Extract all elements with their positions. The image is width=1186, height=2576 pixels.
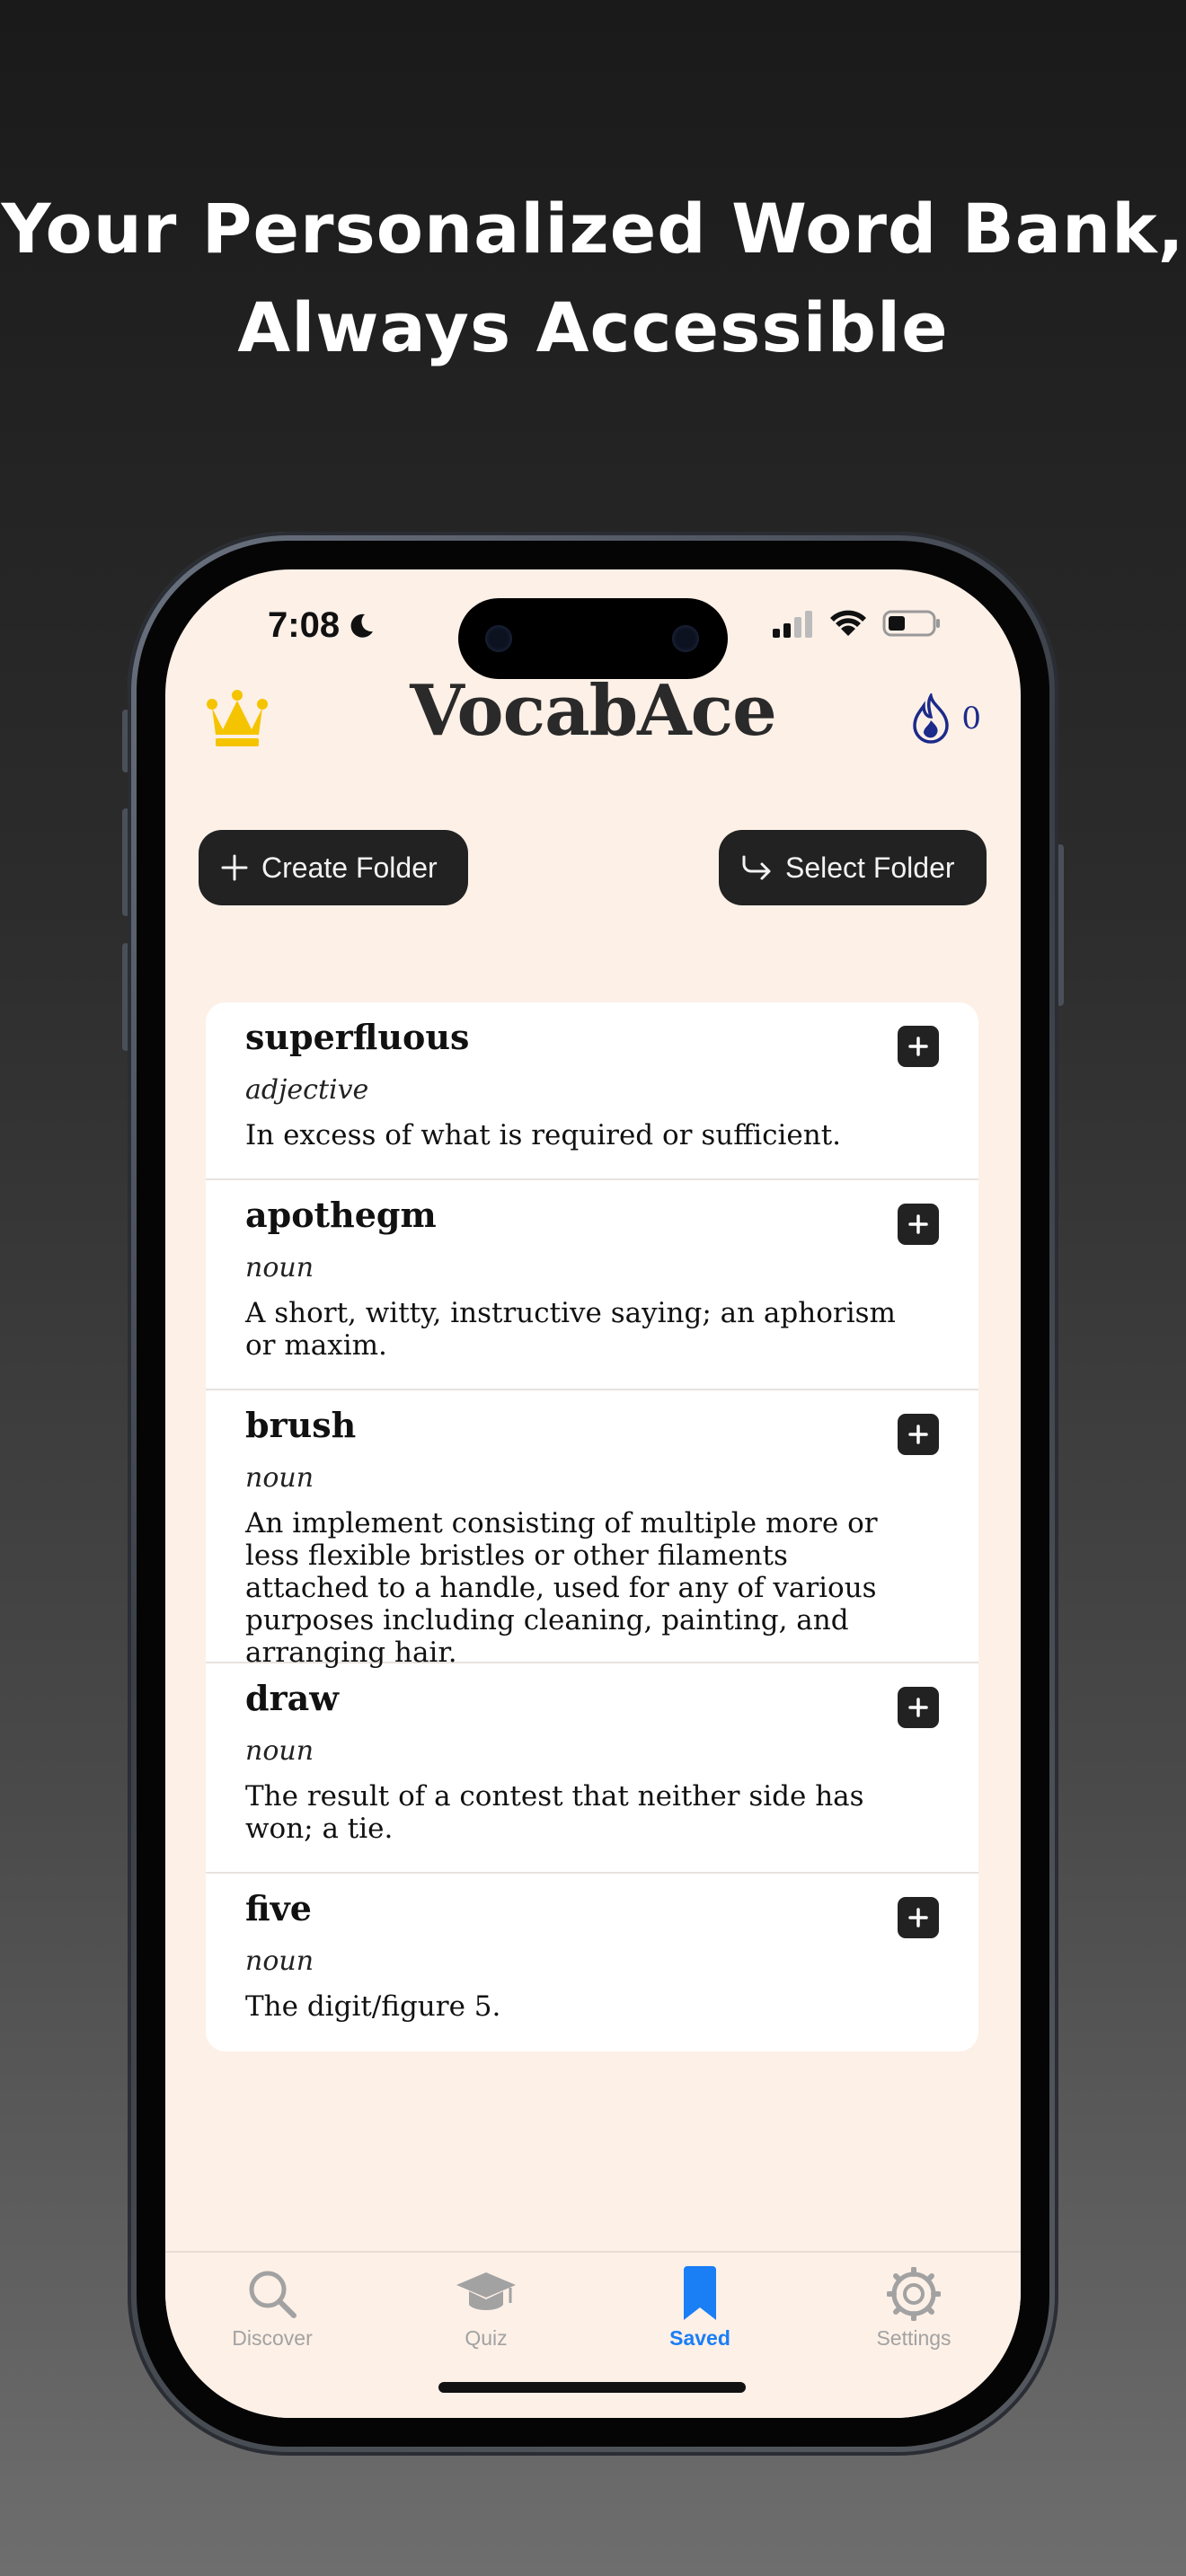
add-to-folder-button[interactable]	[898, 1687, 939, 1728]
plus-icon	[908, 1698, 928, 1717]
sensor-icon	[672, 625, 699, 652]
plus-icon	[908, 1425, 928, 1444]
forward-arrow-icon	[742, 855, 771, 880]
streak-count: 0	[961, 701, 981, 737]
moon-icon	[350, 613, 374, 638]
part-of-speech: noun	[245, 1462, 314, 1494]
word-entry[interactable]: draw noun The result of a contest that n…	[206, 1663, 978, 1874]
status-bar-time: 7:08	[268, 605, 376, 646]
part-of-speech: noun	[245, 1735, 314, 1767]
tab-saved[interactable]: Saved	[593, 2265, 807, 2351]
app-title: VocabAce	[410, 670, 777, 752]
dynamic-island	[458, 598, 728, 679]
part-of-speech: adjective	[245, 1074, 369, 1106]
tab-bar: Discover Quiz Saved Settings	[165, 2251, 1021, 2418]
plus-icon	[908, 1908, 928, 1928]
add-to-folder-button[interactable]	[898, 1414, 939, 1455]
word-entry[interactable]: apothegm noun A short, witty, instructiv…	[206, 1180, 978, 1390]
select-folder-button[interactable]: Select Folder	[719, 830, 987, 905]
camera-lens-icon	[485, 625, 512, 652]
gear-icon	[887, 2267, 941, 2321]
tab-settings-label: Settings	[876, 2326, 951, 2350]
tab-quiz-label: Quiz	[465, 2326, 508, 2350]
add-to-folder-button[interactable]	[898, 1897, 939, 1938]
word-definition: The digit/figure 5.	[245, 1990, 501, 2023]
part-of-speech: noun	[245, 1945, 314, 1977]
plus-icon	[908, 1037, 928, 1056]
headline-line-2: Always Accessible	[237, 287, 949, 367]
create-folder-button[interactable]: Create Folder	[199, 830, 468, 905]
cellular-signal-icon	[773, 611, 812, 638]
saved-words-list: superfluous adjective In excess of what …	[206, 1002, 978, 2051]
word-definition: In excess of what is required or suffici…	[245, 1119, 842, 1151]
bookmark-icon	[684, 2266, 716, 2320]
tab-saved-label: Saved	[669, 2326, 730, 2350]
tab-discover-label: Discover	[232, 2326, 313, 2350]
wifi-icon	[830, 610, 866, 636]
plus-icon	[221, 854, 248, 881]
word-entry[interactable]: five noun The digit/figure 5.	[206, 1874, 978, 2051]
word-title: draw	[245, 1678, 339, 1718]
word-entry[interactable]: brush noun An implement consisting of mu…	[206, 1390, 978, 1669]
graduation-cap-icon	[456, 2272, 516, 2310]
tab-settings[interactable]: Settings	[807, 2265, 1021, 2351]
word-definition: An implement consisting of multiple more…	[245, 1507, 878, 1669]
part-of-speech: noun	[245, 1252, 314, 1284]
word-definition: A short, witty, instructive saying; an a…	[245, 1297, 896, 1362]
word-title: brush	[245, 1405, 357, 1445]
plus-icon	[908, 1214, 928, 1234]
word-title: apothegm	[245, 1195, 437, 1235]
flame-icon	[913, 693, 950, 744]
add-to-folder-button[interactable]	[898, 1204, 939, 1245]
tab-quiz[interactable]: Quiz	[379, 2265, 593, 2351]
promo-headline: Your Personalized Word Bank, Always Acce…	[0, 180, 1186, 377]
add-to-folder-button[interactable]	[898, 1026, 939, 1067]
search-icon	[249, 2271, 296, 2318]
select-folder-label: Select Folder	[785, 851, 955, 884]
status-bar-icons	[771, 609, 942, 638]
word-title: five	[245, 1888, 312, 1928]
battery-icon	[882, 610, 940, 637]
word-title: superfluous	[245, 1017, 470, 1057]
status-time-text: 7:08	[268, 605, 341, 645]
streak-indicator[interactable]: 0	[911, 693, 981, 744]
word-definition: The result of a contest that neither sid…	[245, 1780, 864, 1845]
phone-screen: 7:08 VocabAce 0 Create Folder Select Fol…	[165, 569, 1021, 2418]
word-entry[interactable]: superfluous adjective In excess of what …	[206, 1002, 978, 1180]
create-folder-label: Create Folder	[261, 851, 438, 884]
headline-line-1: Your Personalized Word Bank,	[1, 189, 1185, 269]
home-indicator[interactable]	[438, 2382, 746, 2393]
tab-discover[interactable]: Discover	[165, 2265, 379, 2351]
